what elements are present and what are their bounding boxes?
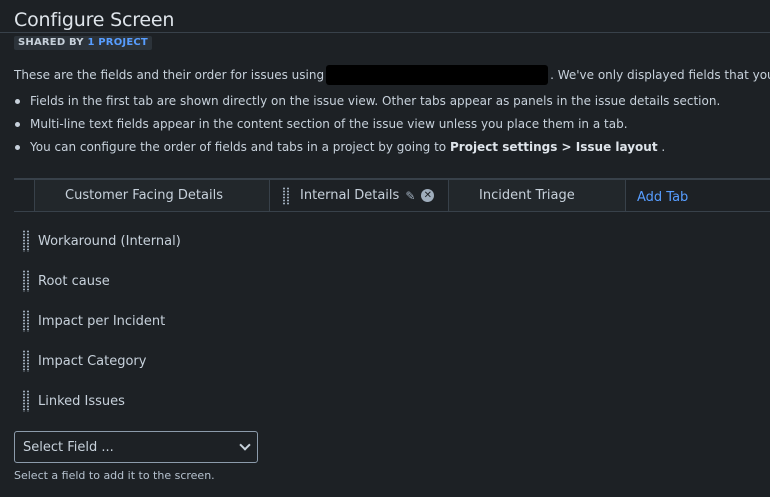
field-label: Impact per Incident bbox=[38, 313, 166, 329]
drag-handle-icon[interactable] bbox=[22, 350, 30, 372]
title-divider bbox=[0, 32, 770, 33]
tab-customer-facing-details[interactable]: Customer Facing Details bbox=[34, 180, 269, 211]
drag-handle-icon[interactable] bbox=[22, 230, 30, 252]
issue-layout-path: Project settings > Issue layout bbox=[449, 140, 658, 154]
tab-incident-triage[interactable]: Incident Triage bbox=[449, 180, 626, 211]
badge-prefix: SHARED BY bbox=[18, 37, 84, 48]
field-label: Workaround (Internal) bbox=[38, 233, 181, 249]
intro-after: . We've only displayed fields that you h… bbox=[550, 68, 770, 82]
chevron-down-icon bbox=[239, 439, 251, 451]
field-row[interactable]: Impact per Incident bbox=[22, 310, 165, 332]
page-title: Configure Screen bbox=[14, 9, 175, 31]
tab-label: Customer Facing Details bbox=[65, 188, 223, 203]
bullet-end: . bbox=[661, 140, 666, 154]
tab-label: Incident Triage bbox=[479, 188, 575, 203]
tabs-bottom-border bbox=[14, 211, 770, 212]
bullet-text: You can configure the order of fields an… bbox=[30, 140, 447, 154]
close-circle-icon[interactable]: ✕ bbox=[421, 189, 435, 202]
pencil-icon[interactable]: ✎ bbox=[405, 189, 415, 203]
select-value: Select Field ... bbox=[23, 439, 114, 455]
field-row[interactable]: Impact Category bbox=[22, 350, 146, 372]
drag-handle-icon[interactable] bbox=[282, 186, 290, 205]
field-label: Impact Category bbox=[38, 353, 147, 369]
bullet-item: Multi-line text fields appear in the con… bbox=[14, 115, 720, 138]
field-label: Linked Issues bbox=[38, 393, 125, 409]
shared-projects-link[interactable]: 1 PROJECT bbox=[87, 37, 147, 48]
drag-handle-icon[interactable] bbox=[22, 270, 30, 292]
tab-internal-details[interactable]: Internal Details ✎ ✕ bbox=[269, 180, 449, 211]
shared-badge: SHARED BY 1 PROJECT bbox=[14, 36, 152, 50]
tab-label: Internal Details bbox=[300, 188, 400, 203]
field-row[interactable]: Linked Issues bbox=[22, 390, 125, 412]
intro-before: These are the fields and their order for… bbox=[14, 68, 325, 82]
select-field-dropdown[interactable]: Select Field ... bbox=[14, 431, 258, 463]
bullet-item: You can configure the order of fields an… bbox=[14, 138, 720, 161]
drag-handle-icon[interactable] bbox=[22, 310, 30, 332]
add-tab-link[interactable]: Add Tab bbox=[637, 180, 757, 211]
drag-handle-icon[interactable] bbox=[22, 390, 30, 412]
bullet-item: Fields in the first tab are shown direct… bbox=[14, 92, 720, 115]
info-bullets: Fields in the first tab are shown direct… bbox=[14, 92, 720, 161]
intro-text: These are the fields and their order for… bbox=[14, 65, 770, 85]
field-row[interactable]: Workaround (Internal) bbox=[22, 230, 181, 252]
redacted-block bbox=[326, 65, 549, 85]
field-label: Root cause bbox=[38, 273, 110, 289]
select-helper-text: Select a field to add it to the screen. bbox=[14, 469, 215, 482]
field-row[interactable]: Root cause bbox=[22, 270, 110, 292]
